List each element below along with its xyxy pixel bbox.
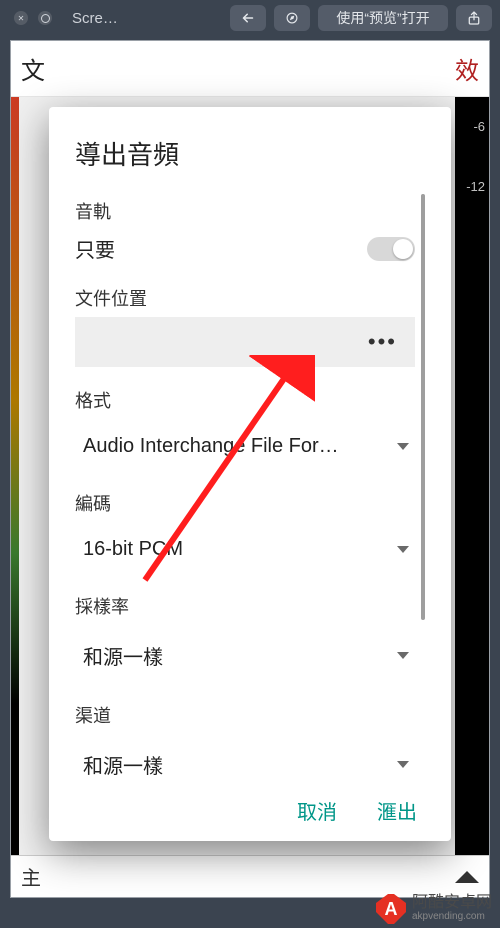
device-frame: 文 效 -6 -12 主 導出音頻 音軌 只要 文件位置 ••• 格式 [10,40,490,898]
underlying-app-footer: 主 [11,855,489,897]
cancel-button[interactable]: 取消 [297,796,337,825]
markup-pen-icon [286,10,298,26]
channel-value: 和源一樣 [83,750,163,779]
level-meter-strip [11,97,19,857]
share-icon [468,10,480,26]
track-section-label: 音軌 [75,198,415,224]
only-label: 只要 [75,234,115,263]
file-location-input[interactable]: ••• [75,317,415,367]
watermark-text: 阿酷安卓网 [412,895,492,912]
ruler-tick: -12 [455,157,485,217]
file-location-label: 文件位置 [75,285,415,311]
channel-label: 渠道 [75,702,415,728]
export-button[interactable]: 滙出 [377,796,417,825]
window-close-icon[interactable] [14,11,28,25]
toolbar-share-button[interactable] [456,5,492,31]
dialog-body: 音軌 只要 文件位置 ••• 格式 Audio Interchange File… [75,194,425,786]
only-row: 只要 [75,230,415,281]
dialog-scrollbar[interactable] [421,194,425,620]
ruler-tick: -6 [455,97,485,157]
only-toggle[interactable] [367,237,415,261]
channel-dropdown[interactable]: 和源一樣 [75,734,415,786]
db-ruler: -6 -12 [455,97,489,857]
chevron-down-icon [397,761,409,768]
dialog-actions: 取消 滙出 [75,786,425,827]
encoding-value: 16-bit PCM [83,538,183,561]
samplerate-label: 採樣率 [75,593,415,619]
watermark-url: akpvending.com [412,912,492,923]
under-header-right: 效 [455,51,479,86]
watermark: A 阿酷安卓网 akpvending.com [376,894,492,924]
encoding-dropdown[interactable]: 16-bit PCM [75,522,415,577]
macos-titlebar: Scre… 使用“预览”打开 [0,0,500,36]
footer-triangle-icon [455,871,479,883]
format-label: 格式 [75,387,415,413]
underlying-app-header: 文 效 [11,41,489,97]
window-title: Scre… [72,10,118,27]
watermark-badge-icon: A [376,894,406,924]
toolbar-markup-button[interactable] [274,5,310,31]
export-audio-dialog: 導出音頻 音軌 只要 文件位置 ••• 格式 Audio Interchange… [49,107,451,841]
samplerate-value: 和源一樣 [83,641,163,670]
window-minimize-icon[interactable] [38,11,52,25]
format-value: Audio Interchange File For… [83,435,339,458]
chevron-down-icon [397,652,409,659]
chevron-down-icon [397,443,409,450]
open-in-preview-button[interactable]: 使用“预览”打开 [318,5,448,31]
under-footer-label: 主 [21,862,41,891]
dialog-title: 導出音頻 [75,135,425,172]
encoding-label: 編碼 [75,490,415,516]
ellipsis-icon: ••• [368,329,397,355]
samplerate-dropdown[interactable]: 和源一樣 [75,625,415,686]
back-arrow-icon [242,11,254,25]
under-header-left: 文 [21,51,45,86]
window-traffic-lights [8,11,52,25]
toolbar-back-button[interactable] [230,5,266,31]
format-dropdown[interactable]: Audio Interchange File For… [75,419,415,474]
chevron-down-icon [397,546,409,553]
